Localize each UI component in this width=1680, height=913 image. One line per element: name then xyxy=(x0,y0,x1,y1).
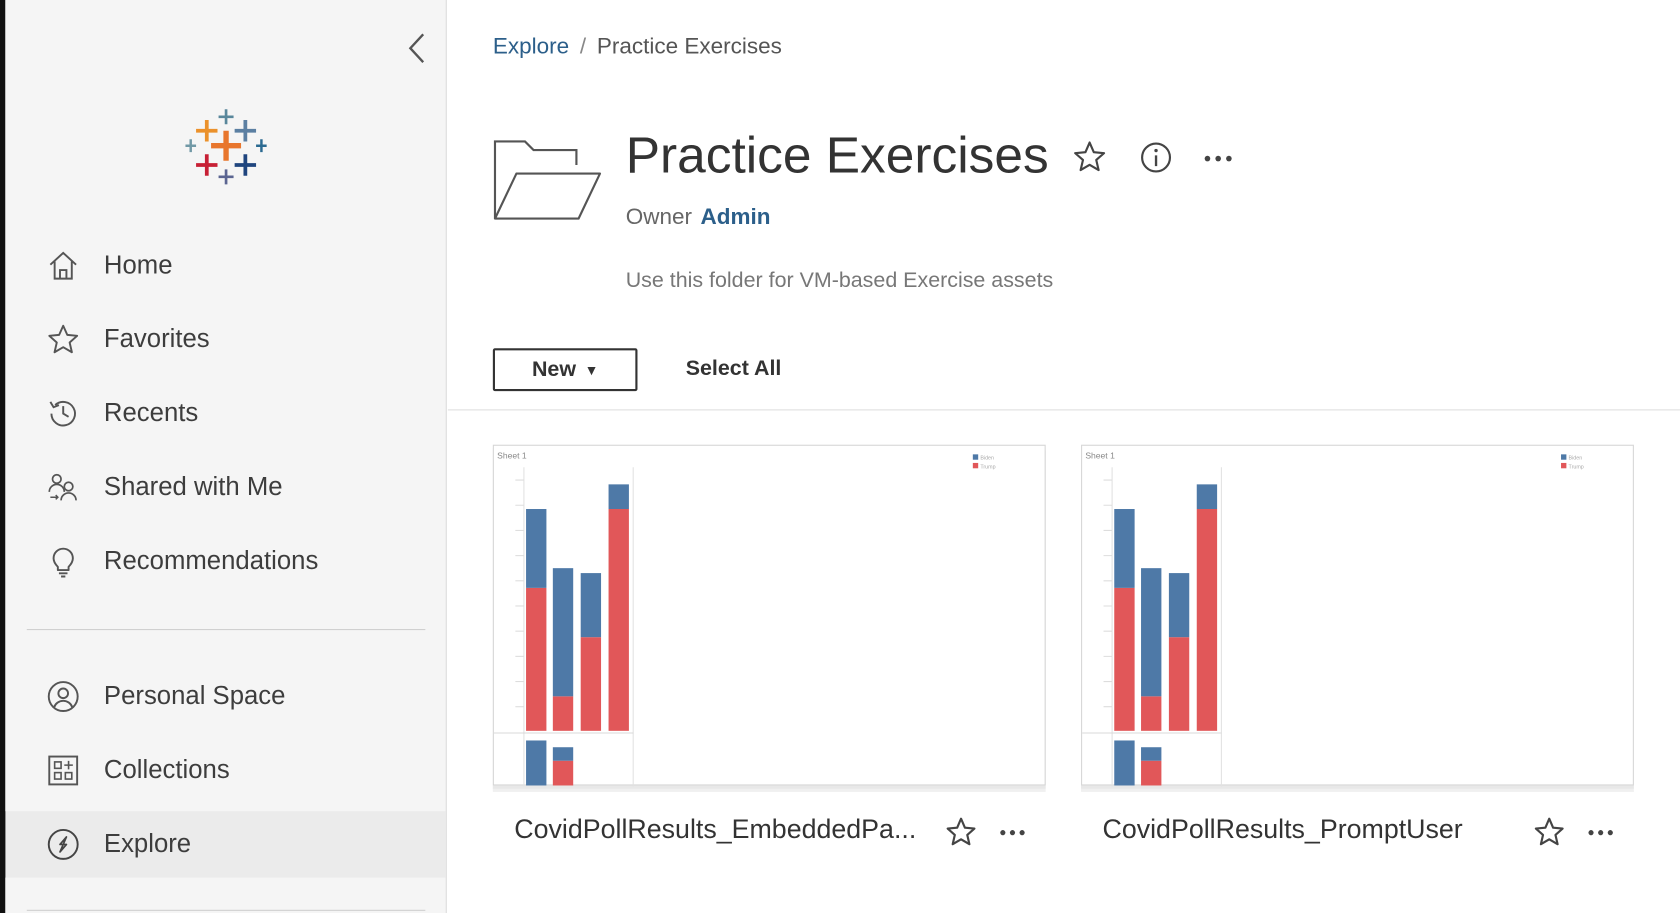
sidebar: Home Favorites Recents Shared with Me Re… xyxy=(0,0,447,913)
sidebar-item-label: Favorites xyxy=(103,324,210,354)
sidebar-item-collections[interactable]: Collections xyxy=(5,737,445,803)
favorite-star-icon[interactable] xyxy=(1069,137,1110,178)
workbook-card[interactable]: Sheet 1 Biden Trump CovidPollResults_Embed… xyxy=(492,444,1046,850)
thumbnail-bar-segment xyxy=(1114,740,1135,786)
thumbnail-bar-segment xyxy=(580,573,602,638)
thumbnail-bar-segment xyxy=(580,637,602,731)
shared-users-icon xyxy=(48,473,77,501)
sidebar-item-recents[interactable]: Recents xyxy=(5,380,445,446)
thumbnail-legend-label: Biden xyxy=(1569,456,1583,462)
thumbnail-legend-label: Biden xyxy=(980,456,994,462)
thumbnail-bar-segment xyxy=(1114,509,1135,588)
thumbnail-sheet-title: Sheet 1 xyxy=(1085,451,1115,461)
sidebar-item-label: Recommendations xyxy=(103,546,319,576)
home-icon xyxy=(49,251,77,280)
thumbnail-chart: Sheet 1 Biden Trump xyxy=(1082,451,1584,787)
thumbnail-legend-label: Trump xyxy=(1569,464,1584,470)
workbook-thumbnail[interactable]: Sheet 1 Biden Trump xyxy=(492,444,1046,787)
history-icon xyxy=(49,400,76,427)
workbook-thumbnail[interactable]: Sheet 1 Biden Trump xyxy=(1081,444,1634,787)
sidebar-divider xyxy=(26,629,426,631)
folder-icon xyxy=(493,140,602,220)
lightbulb-icon xyxy=(52,547,74,578)
thumbnail-bar-segment xyxy=(526,587,547,731)
sidebar-divider xyxy=(26,909,426,911)
sidebar-item-label: Home xyxy=(103,250,173,280)
caret-down-icon: ▼ xyxy=(584,361,599,378)
thumbnail-bar-segment xyxy=(608,509,629,731)
thumbnail-bar-segment xyxy=(552,696,574,731)
owner-info: Owner Admin xyxy=(626,205,771,231)
thumbnail-bar-segment xyxy=(1141,760,1162,786)
thumbnail-bar-segment xyxy=(1114,587,1135,731)
thumbnail-bar-segment xyxy=(608,484,629,510)
chevron-left-icon[interactable] xyxy=(402,30,434,66)
thumbnail-bar-segment xyxy=(1168,637,1190,731)
new-button-label: New xyxy=(531,357,577,381)
thumbnail-bar-segment xyxy=(552,760,574,786)
thumbnail-chart: Sheet 1 Biden Trump xyxy=(493,451,996,787)
thumbnail-bar-segment xyxy=(552,568,574,697)
sidebar-item-label: Collections xyxy=(103,755,230,785)
info-icon[interactable] xyxy=(1136,137,1177,178)
workbook-name[interactable]: CovidPollResults_PromptUser xyxy=(1102,814,1462,845)
compass-icon xyxy=(47,828,79,860)
sidebar-item-favorites[interactable]: Favorites xyxy=(5,306,445,372)
thumbnail-legend-swatch xyxy=(972,462,979,469)
sidebar-item-label: Recents xyxy=(103,398,199,428)
thumbnail-bar-segment xyxy=(1141,568,1162,697)
thumbnail-legend-swatch xyxy=(972,454,979,460)
more-options-icon[interactable] xyxy=(994,814,1030,850)
page-title: Practice Exercises xyxy=(625,127,1049,185)
more-options-icon[interactable] xyxy=(1198,137,1239,178)
toolbar-divider xyxy=(447,409,1680,411)
thumbnail-bar-segment xyxy=(1196,484,1218,510)
select-all-button[interactable]: Select All xyxy=(686,357,782,382)
sidebar-item-personal-space[interactable]: Personal Space xyxy=(5,663,445,729)
sidebar-item-recommendations[interactable]: Recommendations xyxy=(5,528,445,594)
sidebar-item-label: Shared with Me xyxy=(103,472,283,502)
sidebar-item-explore[interactable]: Explore xyxy=(0,811,446,878)
owner-label: Owner xyxy=(625,204,692,230)
thumbnail-bar-segment xyxy=(1141,696,1162,731)
thumbnail-legend-swatch xyxy=(1561,454,1567,460)
workbook-name[interactable]: CovidPollResults_EmbeddedPa... xyxy=(514,814,916,845)
more-options-icon[interactable] xyxy=(1582,814,1618,850)
thumbnail-legend-swatch xyxy=(1561,462,1567,469)
thumbnail-sheet-title: Sheet 1 xyxy=(497,451,527,461)
breadcrumb-current: Practice Exercises xyxy=(596,34,782,59)
thumbnail-bar-segment xyxy=(1168,573,1190,638)
thumbnail-bar-segment xyxy=(552,747,574,761)
favorite-star-icon[interactable] xyxy=(1531,814,1567,850)
thumbnail-bar-segment xyxy=(1141,747,1162,761)
new-button[interactable]: New ▼ xyxy=(492,348,638,392)
tableau-logo xyxy=(185,109,267,185)
thumbnail-bar-segment xyxy=(1196,509,1218,731)
breadcrumb: Explore / Practice Exercises xyxy=(493,34,782,60)
sidebar-item-shared-with-me[interactable]: Shared with Me xyxy=(5,454,445,520)
star-icon xyxy=(48,324,79,354)
sidebar-item-home[interactable]: Home xyxy=(5,233,445,299)
sidebar-item-label: Explore xyxy=(103,829,192,859)
breadcrumb-explore-link[interactable]: Explore xyxy=(493,34,569,59)
thumbnail-legend-label: Trump xyxy=(980,464,995,470)
folder-description: Use this folder for VM-based Exercise as… xyxy=(625,268,1054,293)
favorite-star-icon[interactable] xyxy=(943,814,979,850)
collections-grid-icon xyxy=(48,755,79,786)
thumbnail-bar-segment xyxy=(526,509,547,588)
sidebar-item-label: Personal Space xyxy=(103,681,286,711)
breadcrumb-separator: / xyxy=(579,34,587,59)
user-circle-icon xyxy=(47,681,79,712)
thumbnail-bar-segment xyxy=(526,740,547,786)
workbook-card[interactable]: Sheet 1 Biden Trump CovidPollResults_Promp… xyxy=(1081,444,1634,850)
owner-link[interactable]: Admin xyxy=(701,205,771,230)
